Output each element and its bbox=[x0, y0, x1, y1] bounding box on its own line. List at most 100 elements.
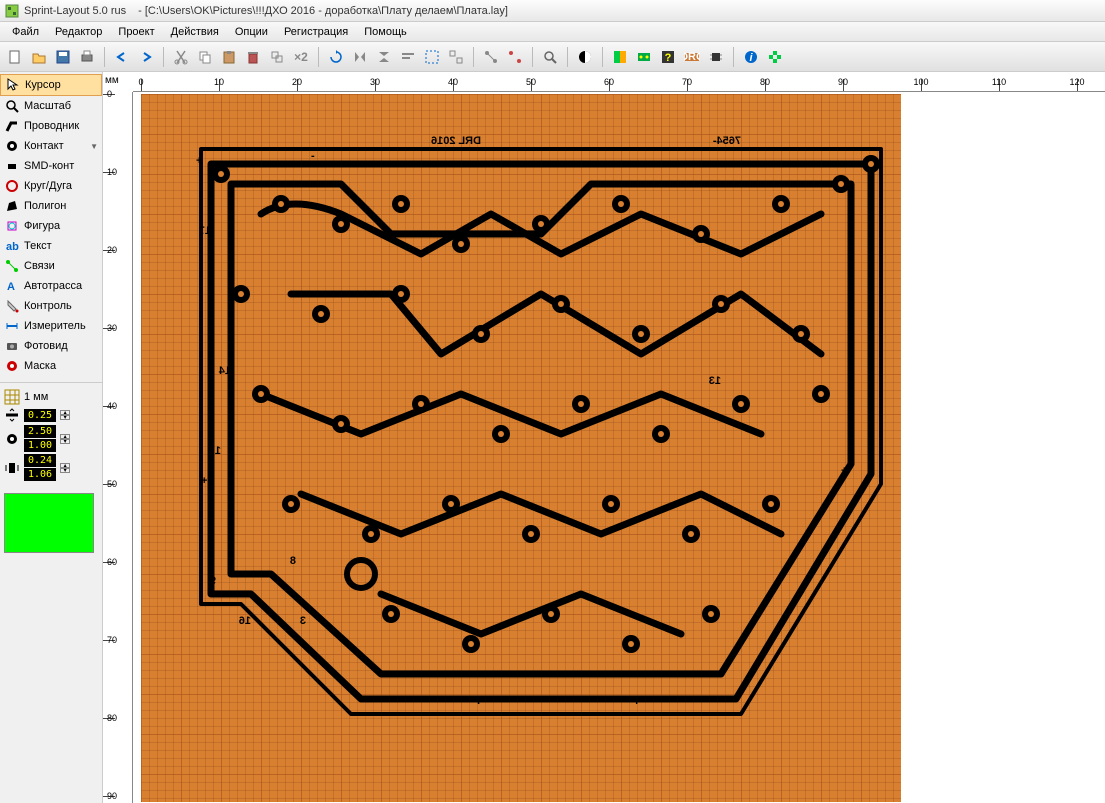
tool-measure[interactable]: Измеритель bbox=[0, 316, 102, 336]
circle-icon bbox=[4, 178, 20, 194]
svg-text:-: - bbox=[311, 150, 315, 162]
pad-icon bbox=[4, 138, 20, 154]
pcb-board: DRL 2016 7654- 17 14 10 9 16 8 3 7 4 13 … bbox=[141, 94, 901, 802]
ruler-horizontal: мм 0102030405060708090100110120 bbox=[133, 72, 1105, 92]
svg-text:DRL 2016: DRL 2016 bbox=[431, 135, 481, 147]
menu-edit[interactable]: Редактор bbox=[47, 26, 110, 38]
app-name: Sprint-Layout 5.0 rus bbox=[24, 5, 126, 17]
layer-color-swatch[interactable] bbox=[4, 493, 94, 553]
size-setting[interactable]: 0.24 1.06 ▴▾ bbox=[4, 454, 98, 481]
tool-photo[interactable]: Фотовид bbox=[0, 336, 102, 356]
size-icon bbox=[4, 460, 20, 476]
paste-button[interactable] bbox=[218, 46, 240, 68]
info-button[interactable]: i bbox=[740, 46, 762, 68]
tool-special[interactable]: Фигура bbox=[0, 216, 102, 236]
track-width-icon bbox=[4, 407, 20, 423]
new-button[interactable] bbox=[4, 46, 26, 68]
undo-button[interactable] bbox=[111, 46, 133, 68]
menu-register[interactable]: Регистрация bbox=[276, 26, 356, 38]
tool-circle[interactable]: Круг/Дуга bbox=[0, 176, 102, 196]
x2-button[interactable]: ×2 bbox=[290, 46, 312, 68]
toolbar: ×2 ? DRC i bbox=[0, 42, 1105, 72]
tool-text[interactable]: abТекст bbox=[0, 236, 102, 256]
svg-text:4: 4 bbox=[634, 695, 641, 707]
svg-text:?: ? bbox=[665, 52, 672, 64]
rotate-button[interactable] bbox=[325, 46, 347, 68]
spinner-icon[interactable]: ▴▾ bbox=[60, 434, 70, 444]
open-button[interactable] bbox=[28, 46, 50, 68]
autoroute-icon: A bbox=[4, 278, 20, 294]
svg-text:3: 3 bbox=[300, 615, 306, 627]
menu-project[interactable]: Проект bbox=[110, 26, 162, 38]
ungroup-button[interactable] bbox=[445, 46, 467, 68]
zoom-icon bbox=[4, 98, 20, 114]
svg-text:DRC: DRC bbox=[684, 51, 700, 63]
svg-text:14: 14 bbox=[218, 365, 231, 377]
duplicate-button[interactable] bbox=[266, 46, 288, 68]
spinner-icon[interactable]: ▴▾ bbox=[60, 463, 70, 473]
photo-icon bbox=[4, 338, 20, 354]
pad-size-setting[interactable]: 2.50 1.00 ▴▾ bbox=[4, 425, 98, 452]
grid-icon bbox=[4, 389, 20, 405]
flip-v-button[interactable] bbox=[373, 46, 395, 68]
save-button[interactable] bbox=[52, 46, 74, 68]
tool-connect[interactable]: Связи bbox=[0, 256, 102, 276]
tool-panel: Курсор Масштаб Проводник Контакт▼ SMD-ко… bbox=[0, 72, 103, 803]
tool-track[interactable]: Проводник bbox=[0, 116, 102, 136]
tool-test[interactable]: Контроль bbox=[0, 296, 102, 316]
menu-file[interactable]: Файл bbox=[4, 26, 47, 38]
delete-button[interactable] bbox=[242, 46, 264, 68]
print-button[interactable] bbox=[76, 46, 98, 68]
copy-button[interactable] bbox=[194, 46, 216, 68]
track-icon bbox=[4, 118, 20, 134]
svg-text:17: 17 bbox=[199, 225, 211, 237]
tool-zoom[interactable]: Масштаб bbox=[0, 96, 102, 116]
menu-options[interactable]: Опции bbox=[227, 26, 276, 38]
drc-button[interactable] bbox=[633, 46, 655, 68]
track-width-setting[interactable]: 0.25 ▴▾ bbox=[4, 407, 98, 423]
svg-text:+: + bbox=[841, 465, 847, 477]
tool-mask[interactable]: Маска bbox=[0, 356, 102, 376]
group-button[interactable] bbox=[421, 46, 443, 68]
svg-text:16: 16 bbox=[239, 615, 251, 627]
chevron-down-icon: ▼ bbox=[90, 142, 98, 151]
chip-button[interactable] bbox=[705, 46, 727, 68]
target-button[interactable] bbox=[764, 46, 786, 68]
svg-text:8: 8 bbox=[290, 555, 296, 567]
connections-button[interactable] bbox=[480, 46, 502, 68]
svg-text:+: + bbox=[201, 475, 207, 487]
text-icon: ab bbox=[4, 238, 20, 254]
mask-icon bbox=[4, 358, 20, 374]
redo-button[interactable] bbox=[135, 46, 157, 68]
ruler-vertical: 0102030405060708090 bbox=[103, 92, 133, 803]
polygon-icon bbox=[4, 198, 20, 214]
grid-setting[interactable]: 1 мм bbox=[4, 389, 98, 405]
cut-button[interactable] bbox=[170, 46, 192, 68]
measure-icon bbox=[4, 318, 20, 334]
tool-polygon[interactable]: Полигон bbox=[0, 196, 102, 216]
smd-icon bbox=[4, 158, 20, 174]
menu-help[interactable]: Помощь bbox=[356, 26, 415, 38]
pcb-canvas[interactable]: DRL 2016 7654- 17 14 10 9 16 8 3 7 4 13 … bbox=[133, 92, 1105, 803]
tool-autoroute[interactable]: AАвтотрасса bbox=[0, 276, 102, 296]
remove-conn-button[interactable] bbox=[504, 46, 526, 68]
zoom-button[interactable] bbox=[539, 46, 561, 68]
tool-cursor[interactable]: Курсор bbox=[0, 74, 102, 96]
layers-button[interactable] bbox=[609, 46, 631, 68]
cursor-icon bbox=[5, 77, 21, 93]
spinner-icon[interactable]: ▴▾ bbox=[60, 410, 70, 420]
svg-text:13: 13 bbox=[709, 375, 721, 387]
tool-pad[interactable]: Контакт▼ bbox=[0, 136, 102, 156]
menu-actions[interactable]: Действия bbox=[163, 26, 227, 38]
canvas-area: мм 0102030405060708090100110120 01020304… bbox=[103, 72, 1105, 803]
drc-label-button[interactable]: DRC bbox=[681, 46, 703, 68]
pad-size-icon bbox=[4, 431, 20, 447]
help-button[interactable]: ? bbox=[657, 46, 679, 68]
contrast-button[interactable] bbox=[574, 46, 596, 68]
align-button[interactable] bbox=[397, 46, 419, 68]
svg-text:A: A bbox=[7, 281, 15, 293]
test-icon bbox=[4, 298, 20, 314]
svg-text:ab: ab bbox=[6, 241, 19, 253]
tool-smd[interactable]: SMD-конт bbox=[0, 156, 102, 176]
flip-h-button[interactable] bbox=[349, 46, 371, 68]
